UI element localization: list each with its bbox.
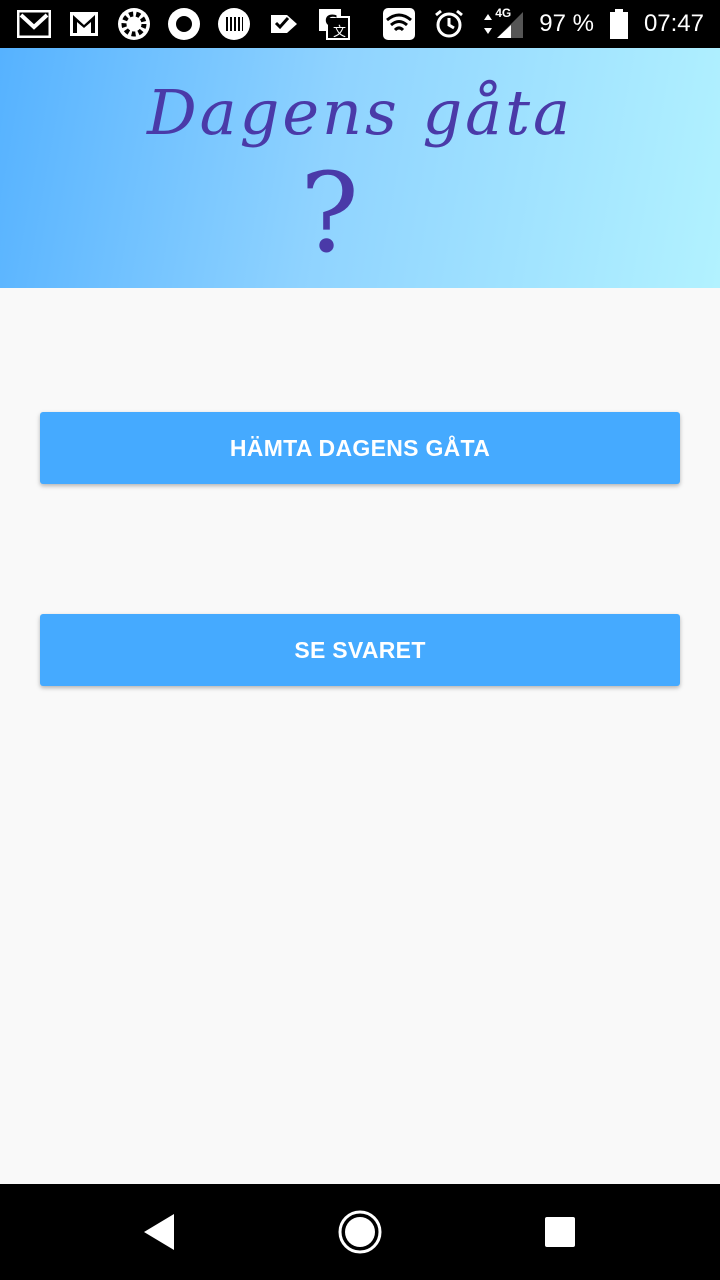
- network-label: 4G: [495, 6, 512, 20]
- back-icon[interactable]: [136, 1208, 184, 1256]
- clock: 07:47: [643, 10, 704, 37]
- status-notifications: G文: [16, 6, 352, 42]
- ring-icon: [116, 6, 152, 42]
- barcode-icon: [216, 6, 252, 42]
- translate-icon: G文: [316, 6, 352, 42]
- svg-text:文: 文: [333, 25, 346, 40]
- battery-icon: [608, 6, 630, 42]
- app-title: Dagens gåta: [146, 76, 574, 149]
- recents-icon[interactable]: [536, 1208, 584, 1256]
- data-arrows-icon: 4G: [481, 6, 525, 42]
- gmail-icon: [66, 6, 102, 42]
- question-mark-icon: ?: [300, 149, 359, 277]
- circle-icon: [166, 6, 202, 42]
- show-answer-button[interactable]: SE SVARET: [40, 614, 680, 686]
- check-tag-icon: [266, 6, 302, 42]
- wifi-icon: [381, 6, 417, 42]
- fetch-riddle-button[interactable]: HÄMTA DAGENS GÅTA: [40, 412, 680, 484]
- battery-percentage: 97 %: [539, 10, 594, 37]
- navigation-bar: [0, 1184, 720, 1280]
- gmail-icon: [16, 6, 52, 42]
- status-system: 4G 97 % 07:47: [381, 6, 704, 42]
- alarm-icon: [431, 6, 467, 42]
- home-icon[interactable]: [336, 1208, 384, 1256]
- status-bar: G文 4G 97 % 07:47: [0, 0, 720, 48]
- header-banner: Dagens gåta ?: [0, 48, 720, 288]
